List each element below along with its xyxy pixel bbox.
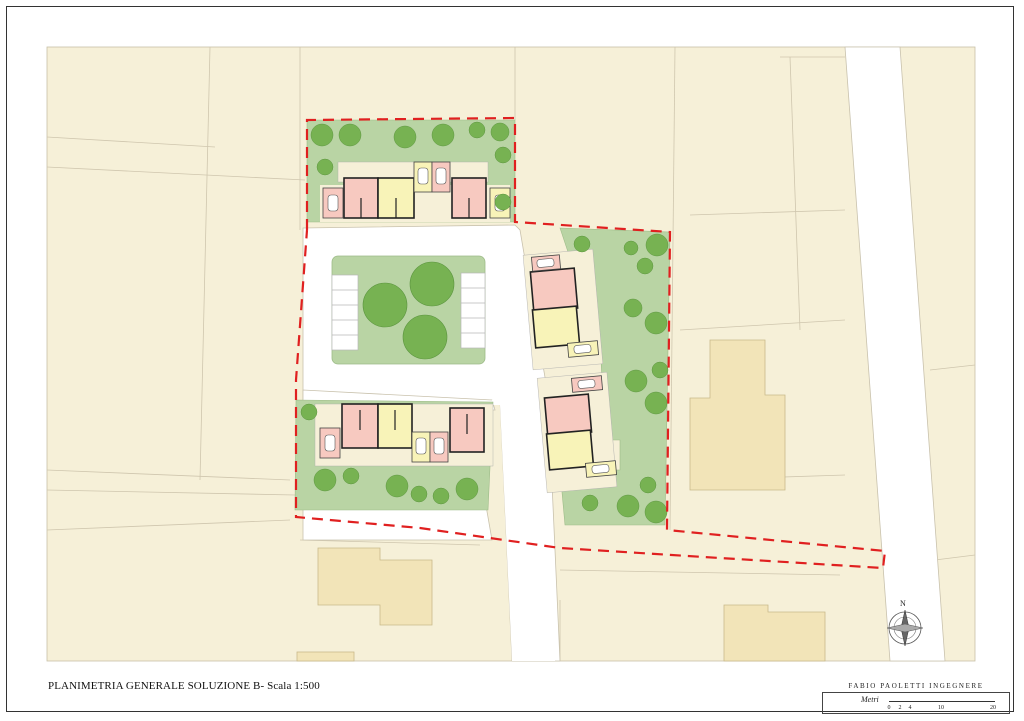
scale-unit: Metri bbox=[861, 695, 879, 704]
scale-line bbox=[889, 701, 995, 702]
scale-tick: 20 bbox=[990, 705, 996, 711]
north-label: N bbox=[900, 599, 906, 608]
scale-tick: 0 bbox=[887, 705, 891, 711]
scale-tick: 4 bbox=[908, 705, 912, 711]
drawing-title: PLANIMETRIA GENERALE SOLUZIONE B- Scala … bbox=[48, 680, 320, 692]
building-block-south bbox=[314, 403, 494, 467]
scale-tick: 10 bbox=[938, 705, 944, 711]
scale-bar: Metri 0 2 4 10 20 bbox=[822, 692, 1010, 714]
site-plan bbox=[46, 46, 976, 662]
title-block: FABIO PAOLETTI INGEGNERE Metri 0 2 4 10 … bbox=[818, 680, 1014, 714]
scale-tick: 2 bbox=[898, 705, 902, 711]
firm-name: FABIO PAOLETTI INGEGNERE bbox=[848, 682, 984, 690]
building-block-north bbox=[320, 161, 511, 222]
